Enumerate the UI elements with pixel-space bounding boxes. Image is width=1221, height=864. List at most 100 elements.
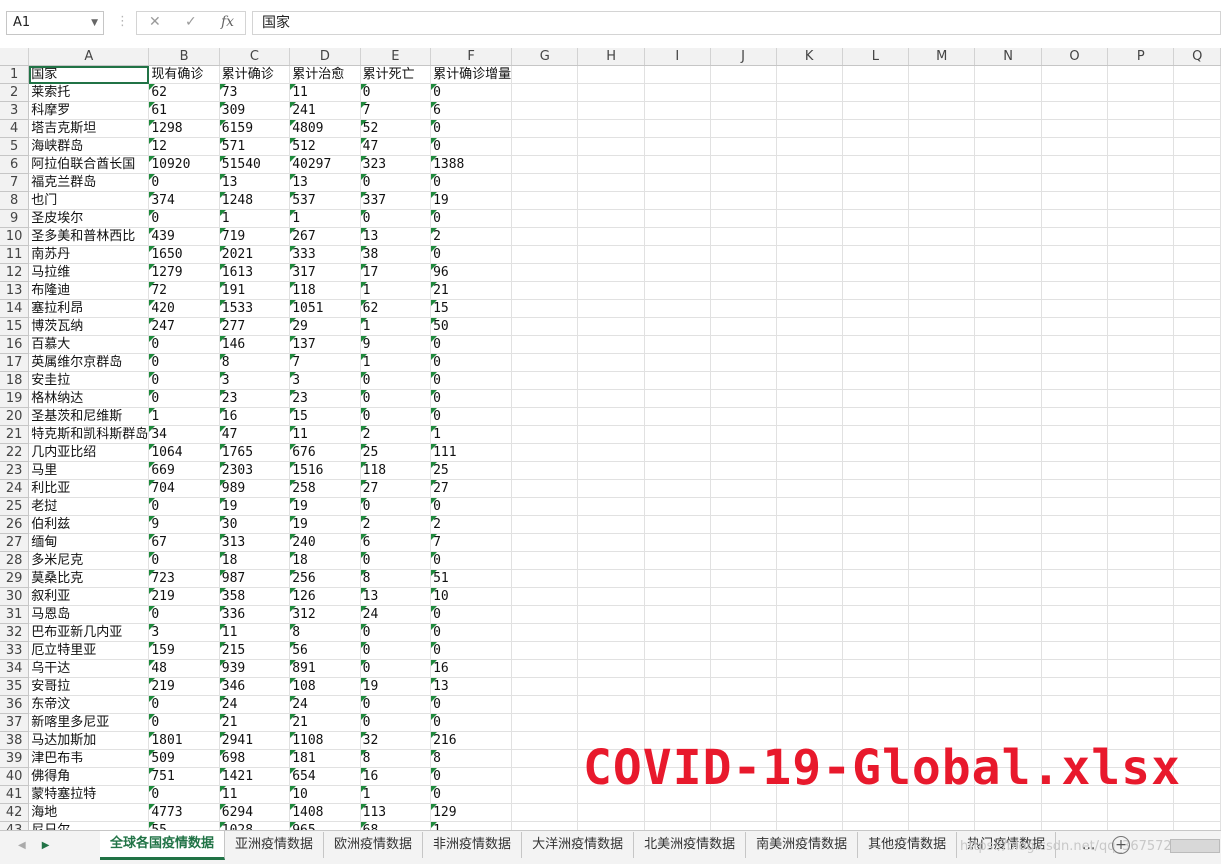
- cell[interactable]: [1107, 551, 1175, 570]
- cell[interactable]: [511, 677, 579, 696]
- cell[interactable]: [908, 803, 976, 822]
- cell[interactable]: [776, 209, 843, 228]
- cell[interactable]: [908, 119, 976, 138]
- cell[interactable]: 509: [148, 749, 220, 768]
- cell[interactable]: 1388: [430, 155, 513, 174]
- row-header[interactable]: 38: [0, 731, 30, 750]
- cell[interactable]: [776, 353, 843, 372]
- cell[interactable]: [974, 407, 1042, 426]
- cell[interactable]: 256: [289, 569, 361, 588]
- cell[interactable]: [776, 677, 843, 696]
- cell[interactable]: [842, 623, 909, 642]
- cell[interactable]: [710, 263, 777, 282]
- cell[interactable]: [644, 191, 711, 210]
- cell[interactable]: [776, 65, 843, 84]
- cell[interactable]: [842, 569, 909, 588]
- cell[interactable]: [1173, 65, 1221, 84]
- cell[interactable]: 21: [430, 281, 513, 300]
- cell[interactable]: [1107, 245, 1175, 264]
- cell[interactable]: [577, 425, 645, 444]
- cell[interactable]: [1173, 209, 1221, 228]
- cell[interactable]: 374: [148, 191, 220, 210]
- cell[interactable]: [644, 299, 711, 318]
- cell[interactable]: [1107, 821, 1175, 830]
- cell[interactable]: 23: [219, 389, 291, 408]
- cell[interactable]: 346: [219, 677, 291, 696]
- sheet-tab[interactable]: 欧洲疫情数据: [324, 832, 424, 858]
- column-header-b[interactable]: B: [148, 48, 220, 66]
- cell[interactable]: [1107, 533, 1175, 552]
- cell[interactable]: [577, 119, 645, 138]
- cell[interactable]: [1041, 461, 1109, 480]
- cell[interactable]: [776, 371, 843, 390]
- row-header[interactable]: 18: [0, 371, 30, 390]
- cell[interactable]: [974, 83, 1042, 102]
- cell[interactable]: 3: [148, 623, 220, 642]
- cell[interactable]: [908, 407, 976, 426]
- row-header[interactable]: 3: [0, 101, 30, 120]
- cell[interactable]: [908, 317, 976, 336]
- cell[interactable]: [1107, 83, 1175, 102]
- cell[interactable]: [908, 821, 976, 830]
- cell[interactable]: [511, 497, 579, 516]
- cell[interactable]: 27: [430, 479, 513, 498]
- cell[interactable]: 多米尼克: [28, 551, 150, 570]
- cell[interactable]: [511, 659, 579, 678]
- cell[interactable]: [1107, 65, 1175, 84]
- cell[interactable]: [710, 137, 777, 156]
- cell[interactable]: [1041, 389, 1109, 408]
- cell[interactable]: [577, 497, 645, 516]
- cell[interactable]: [710, 587, 777, 606]
- column-header-g[interactable]: G: [511, 48, 579, 66]
- cell[interactable]: [1041, 443, 1109, 462]
- cell[interactable]: [842, 83, 909, 102]
- cell[interactable]: [577, 245, 645, 264]
- cell[interactable]: [1173, 677, 1221, 696]
- sheet-tab[interactable]: 非洲疫情数据: [423, 832, 523, 858]
- cell[interactable]: 11: [219, 785, 291, 804]
- cell[interactable]: [511, 551, 579, 570]
- cell[interactable]: [1107, 137, 1175, 156]
- cell[interactable]: 113: [360, 803, 432, 822]
- cell[interactable]: 10920: [148, 155, 220, 174]
- cell[interactable]: [511, 353, 579, 372]
- cell[interactable]: [842, 101, 909, 120]
- cell[interactable]: 32: [360, 731, 432, 750]
- cell[interactable]: [908, 605, 976, 624]
- cell[interactable]: [974, 353, 1042, 372]
- cell[interactable]: [511, 371, 579, 390]
- cell[interactable]: [1041, 191, 1109, 210]
- cell[interactable]: [776, 803, 843, 822]
- cell[interactable]: [776, 497, 843, 516]
- cell[interactable]: [1173, 407, 1221, 426]
- name-box[interactable]: A1 ▼: [6, 11, 104, 35]
- row-header[interactable]: 11: [0, 245, 30, 264]
- cell[interactable]: [776, 335, 843, 354]
- cell[interactable]: [710, 155, 777, 174]
- cell[interactable]: [710, 605, 777, 624]
- add-sheet-icon[interactable]: +: [1112, 836, 1130, 854]
- cell[interactable]: [644, 335, 711, 354]
- cell[interactable]: [1173, 569, 1221, 588]
- cell[interactable]: 15: [289, 407, 361, 426]
- cell[interactable]: 1: [360, 353, 432, 372]
- cell[interactable]: [1107, 587, 1175, 606]
- cell[interactable]: 1051: [289, 299, 361, 318]
- column-header-p[interactable]: P: [1107, 48, 1175, 66]
- cell[interactable]: [1173, 353, 1221, 372]
- cell[interactable]: [842, 407, 909, 426]
- cell[interactable]: [577, 209, 645, 228]
- cell[interactable]: [776, 299, 843, 318]
- cell[interactable]: 68: [360, 821, 432, 830]
- cell[interactable]: [842, 677, 909, 696]
- cell[interactable]: [1107, 695, 1175, 714]
- cell[interactable]: 146: [219, 335, 291, 354]
- cell[interactable]: 258: [289, 479, 361, 498]
- cell[interactable]: [908, 677, 976, 696]
- cell[interactable]: [644, 587, 711, 606]
- cell[interactable]: 现有确诊: [148, 65, 220, 84]
- cell[interactable]: 1279: [148, 263, 220, 282]
- cell[interactable]: [644, 173, 711, 192]
- cell[interactable]: [1107, 641, 1175, 660]
- cell[interactable]: 0: [430, 551, 513, 570]
